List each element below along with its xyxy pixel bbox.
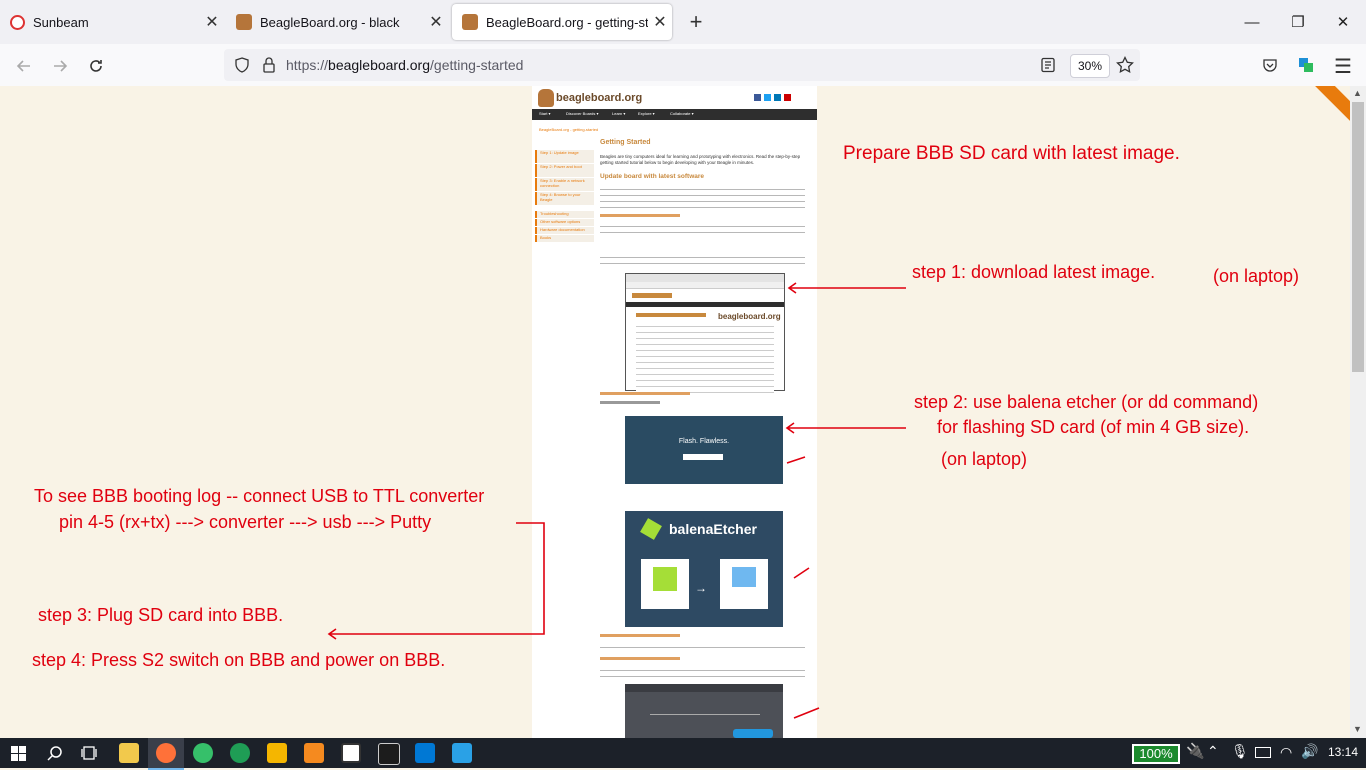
scroll-up-icon[interactable]: ▲ bbox=[1353, 88, 1362, 98]
firefox-icon bbox=[156, 743, 176, 763]
pocket-icon[interactable] bbox=[1262, 57, 1278, 73]
vertical-scrollbar[interactable]: ▲ ▼ bbox=[1350, 86, 1366, 738]
arrow-left-icon bbox=[16, 60, 30, 72]
photos-icon[interactable] bbox=[452, 743, 472, 763]
chevron-up-icon[interactable]: ⌃ bbox=[1207, 743, 1219, 760]
arrow-step2-icon bbox=[785, 422, 906, 434]
beagle-favicon-icon bbox=[236, 14, 252, 30]
hamburger-menu-icon[interactable]: ☰ bbox=[1334, 54, 1352, 79]
tab-label: BeagleBoard.org - black bbox=[260, 14, 400, 30]
tab-label: BeagleBoard.org - getting-starte bbox=[486, 14, 648, 30]
app-tools-icon[interactable] bbox=[267, 743, 287, 763]
battery-percentage[interactable]: 100% bbox=[1132, 744, 1180, 764]
stroke-mark-icon bbox=[793, 707, 820, 719]
extension-icon[interactable] bbox=[1297, 56, 1315, 74]
firefox-taskbar-button[interactable] bbox=[148, 738, 184, 770]
maximize-button[interactable]: ❐ bbox=[1275, 0, 1321, 44]
clock-time[interactable]: 13:14 bbox=[1328, 745, 1358, 759]
stroke-mark-icon bbox=[793, 567, 810, 579]
windows-taskbar: 100% 🔌 ⌃ 🎙 ◠ 🔊 13:14 bbox=[0, 738, 1366, 770]
battery-icon[interactable] bbox=[1255, 747, 1271, 758]
task-view-icon[interactable] bbox=[81, 745, 97, 761]
terminal-icon[interactable] bbox=[378, 743, 400, 765]
bookmark-star-icon[interactable] bbox=[1116, 56, 1134, 74]
shield-icon[interactable] bbox=[234, 57, 250, 73]
arrow-step1-icon bbox=[787, 282, 906, 294]
minimize-button[interactable]: — bbox=[1229, 0, 1275, 44]
windows-start-icon[interactable] bbox=[11, 746, 26, 761]
zoom-level-button[interactable]: 30% bbox=[1070, 54, 1110, 78]
arrow-step3-icon bbox=[327, 522, 545, 640]
power-plug-icon[interactable]: 🔌 bbox=[1186, 742, 1205, 760]
close-window-button[interactable]: ✕ bbox=[1320, 0, 1366, 44]
tab-beagleboard-black[interactable]: BeagleBoard.org - black ✕ bbox=[226, 4, 448, 40]
app-leaf-icon[interactable] bbox=[230, 743, 250, 763]
reader-view-icon[interactable] bbox=[1040, 57, 1056, 73]
file-explorer-icon[interactable] bbox=[119, 743, 139, 763]
app-window-icon[interactable] bbox=[341, 743, 361, 763]
microphone-icon[interactable]: 🎙 bbox=[1231, 743, 1249, 760]
volume-icon[interactable]: 🔊 bbox=[1301, 743, 1318, 760]
url-path: /getting-started bbox=[430, 57, 524, 73]
url-prefix: https:// bbox=[286, 57, 329, 73]
beagle-favicon-icon bbox=[462, 14, 478, 30]
url-text[interactable]: https://beagleboard.org/getting-started bbox=[286, 57, 523, 73]
tab-sunbeam[interactable]: Sunbeam ✕ bbox=[0, 4, 224, 40]
new-tab-button[interactable]: + bbox=[684, 8, 708, 36]
app-orange-icon[interactable] bbox=[304, 743, 324, 763]
tab-getting-started[interactable]: BeagleBoard.org - getting-starte ✕ bbox=[452, 4, 672, 40]
close-tab-icon[interactable]: ✕ bbox=[648, 12, 672, 32]
web-content: beagleboard.org Start ▾ Discover Boards … bbox=[0, 86, 1350, 738]
search-icon[interactable] bbox=[47, 745, 63, 761]
navigation-bar: https://beagleboard.org/getting-started … bbox=[0, 44, 1366, 87]
close-tab-icon[interactable]: ✕ bbox=[424, 12, 448, 32]
url-host: beagleboard.org bbox=[328, 57, 431, 73]
reload-button[interactable] bbox=[82, 52, 110, 80]
annotation-arrows bbox=[327, 282, 906, 719]
arrow-right-icon bbox=[54, 60, 68, 72]
app-green-icon[interactable] bbox=[193, 743, 213, 763]
vscode-icon[interactable] bbox=[415, 743, 435, 763]
scroll-down-icon[interactable]: ▼ bbox=[1353, 724, 1362, 734]
back-button[interactable] bbox=[10, 52, 38, 80]
close-tab-icon[interactable]: ✕ bbox=[200, 12, 224, 32]
stroke-mark-icon bbox=[786, 456, 806, 464]
tab-strip: Sunbeam ✕ BeagleBoard.org - black ✕ Beag… bbox=[0, 0, 1366, 44]
wifi-icon[interactable]: ◠ bbox=[1280, 744, 1292, 761]
scrollbar-thumb[interactable] bbox=[1352, 102, 1364, 372]
forward-button[interactable] bbox=[46, 52, 74, 80]
sunbeam-favicon-icon bbox=[10, 14, 25, 30]
tab-label: Sunbeam bbox=[33, 14, 89, 30]
reload-icon bbox=[90, 60, 102, 72]
lock-icon[interactable] bbox=[262, 57, 276, 73]
url-bar[interactable]: https://beagleboard.org/getting-started … bbox=[224, 49, 1140, 81]
